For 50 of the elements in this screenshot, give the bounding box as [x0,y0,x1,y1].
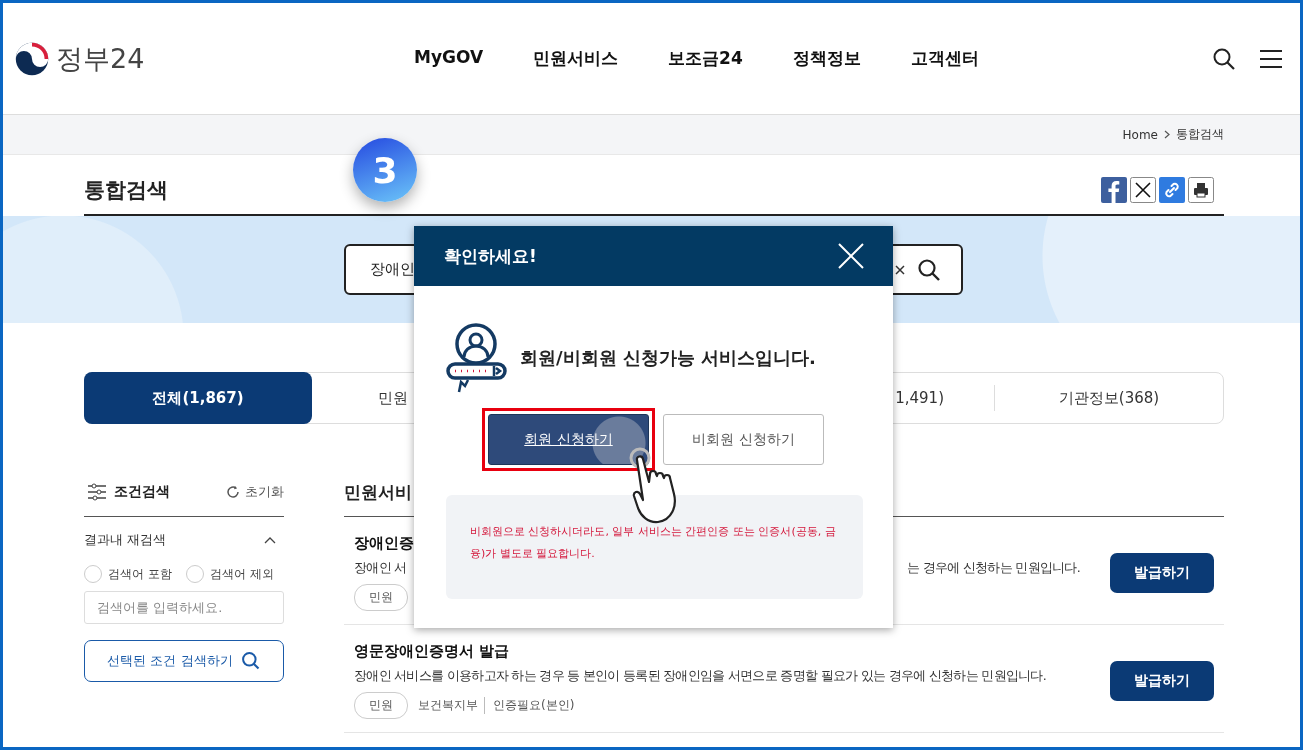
nav-link[interactable]: 민원서비스 [533,47,619,70]
nav-link[interactable]: MyGOV [414,47,484,70]
caret-icon[interactable] [264,536,276,544]
search-icon[interactable] [1212,46,1236,71]
result-description: 장애인 서 [354,560,407,577]
x-logo-icon[interactable] [1130,176,1156,203]
result-description: 장애인 서비스를 이용하고자 하는 경우 등 본인이 등록된 장애인임을 서면으로 증명할 필요가 있는 경우에 신청하는 민원입니다. [354,668,1046,685]
filter-title: 조건검색 [114,483,171,501]
guest-apply-button[interactable]: 비회원 신청하기 [663,414,824,465]
result-title[interactable]: 영문장애인증명서 발급 [354,642,1080,661]
nav-link[interactable]: 고객센터 [910,47,979,70]
search-icon[interactable] [240,651,261,671]
site-logo[interactable]: 정부24 [14,40,354,77]
breadcrumb-current: 통합검색 [1176,126,1224,143]
radio-option[interactable]: 검색어 포함 [84,565,172,583]
reset-link[interactable]: 초기화 [225,483,284,501]
close-icon[interactable] [838,243,864,269]
step-badge: 3 [353,138,417,202]
issue-button[interactable]: 발급하기 [1110,552,1214,593]
chevron-right-icon [1164,130,1170,139]
breadcrumb-link[interactable]: Home [1122,127,1158,142]
dialog-title: 확인하세요! [444,244,537,268]
category-tag: 민원 [354,584,408,611]
category-tab[interactable]: 기관정보(368) [995,373,1223,423]
tag-text: 인증필요(본인) [484,697,575,714]
filter-search-button[interactable]: 선택된 조건 검색하기 [84,640,284,682]
notice-text: 비회원으로 신청하시더라도, 일부 서비스는 간편인증 또는 인증서(공동, 금융)가 별도로 필요합니다. [470,524,837,562]
issue-button[interactable]: 발급하기 [1110,660,1214,701]
tag-text: 보건복지부 [418,697,478,714]
category-tab[interactable]: 전체(1,867) [84,372,312,424]
nav-link[interactable]: 보조금24 [668,47,743,70]
search-icon[interactable] [917,257,941,282]
facebook-icon[interactable] [1101,176,1127,203]
nav-link[interactable]: 정책정보 [792,47,861,70]
link-icon[interactable] [1159,176,1185,203]
radio-option[interactable]: 검색어 제외 [185,565,274,583]
keyword-input[interactable]: 검색어를 입력하세요. [84,591,284,624]
page-title: 통합검색 [84,176,168,204]
emblem-icon [14,40,50,77]
category-tag: 민원 [354,692,408,719]
refresh-icon[interactable] [225,484,241,500]
member-apply-button[interactable]: 회원 신청하기 [488,414,649,465]
clear-icon[interactable] [895,264,905,275]
section-label: 결과내 재검색 [84,531,167,549]
user-login-icon [446,322,508,394]
result-description: 는 경우에 신청하는 민원입니다. [907,560,1080,577]
sliders-icon [88,483,106,501]
dialog-message: 회원/비회원 신청가능 서비스입니다. [520,346,816,370]
menu-icon[interactable] [1260,48,1282,69]
print-icon[interactable] [1188,176,1214,203]
